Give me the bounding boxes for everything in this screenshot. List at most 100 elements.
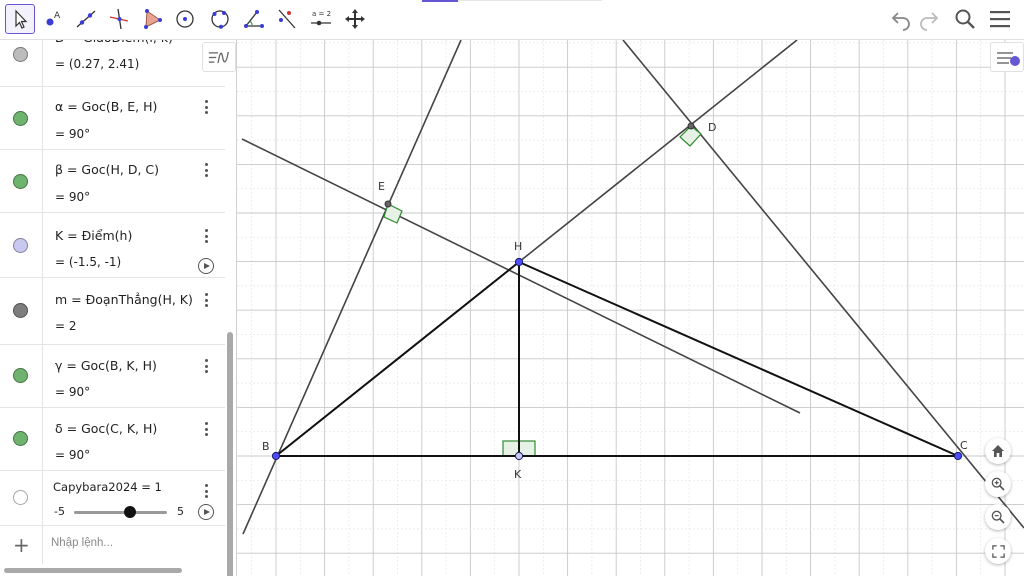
algebra-row[interactable]: K = Điểm(h) = (-1.5, -1): [0, 213, 225, 278]
visibility-marble[interactable]: [13, 431, 28, 446]
slider-tool-button[interactable]: a = 2: [306, 4, 336, 34]
label-e: E: [378, 180, 385, 193]
play-icon[interactable]: [198, 504, 214, 520]
algebra-definition[interactable]: K = Điểm(h): [55, 228, 132, 243]
graphics-canvas[interactable]: B C H K E D: [237, 40, 1024, 576]
visibility-marble[interactable]: [13, 238, 28, 253]
fullscreen-icon: [991, 544, 1005, 558]
point-b[interactable]: [271, 451, 281, 461]
slider-thumb[interactable]: [123, 506, 136, 518]
search-icon: [955, 9, 975, 29]
graphics-view[interactable]: B C H K E D: [237, 40, 1024, 576]
more-options-icon[interactable]: [202, 99, 210, 115]
undo-icon: [891, 12, 910, 31]
algebra-row[interactable]: m = ĐoạnThẳng(H, K) = 2: [0, 278, 225, 345]
algebra-definition[interactable]: δ = Goc(C, K, H): [55, 421, 157, 436]
algebra-value: = (0.27, 2.41): [55, 57, 140, 71]
add-icon[interactable]: +: [13, 533, 30, 557]
move-tool-button[interactable]: [5, 4, 35, 34]
move-graphics-tool-button[interactable]: [340, 4, 370, 34]
zoom-in-button[interactable]: [985, 471, 1011, 497]
point-h[interactable]: [514, 257, 524, 267]
algebra-definition[interactable]: α = Goc(B, E, H): [55, 99, 157, 114]
algebra-definition[interactable]: D = GiaoĐiểm(l, k): [55, 40, 173, 45]
more-options-icon[interactable]: [202, 162, 210, 178]
algebra-definition[interactable]: γ = Goc(B, K, H): [55, 358, 157, 373]
angle-icon: [244, 10, 264, 28]
circle-tool-button[interactable]: [170, 4, 200, 34]
main-menu-button[interactable]: [987, 6, 1013, 32]
algebra-value: = 90°: [55, 385, 91, 399]
search-button[interactable]: [952, 6, 978, 32]
coordinate-grid: [237, 40, 1024, 576]
fullscreen-button[interactable]: [985, 538, 1011, 564]
slider-min-label: -5: [54, 505, 65, 518]
visibility-marble[interactable]: [13, 303, 28, 318]
point-c[interactable]: [953, 451, 963, 461]
slider-track[interactable]: [74, 511, 167, 514]
algebra-definition[interactable]: m = ĐoạnThẳng(H, K): [55, 292, 193, 307]
circle-three-points-tool-button[interactable]: [205, 4, 235, 34]
line-bh-extension[interactable]: [241, 138, 801, 414]
point-k[interactable]: [514, 451, 524, 461]
algebra-horizontal-scrollbar[interactable]: [4, 568, 182, 573]
perpendicular-tool-button[interactable]: [104, 4, 134, 34]
zoom-in-icon: [991, 477, 1005, 491]
zoom-out-icon: [991, 510, 1005, 524]
more-options-icon[interactable]: [202, 483, 210, 499]
algebra-row[interactable]: γ = Goc(B, K, H) = 90°: [0, 345, 225, 408]
label-c: C: [960, 439, 968, 452]
visibility-marble[interactable]: [13, 490, 28, 505]
algebra-row[interactable]: D = GiaoĐiểm(l, k) = (0.27, 2.41): [0, 40, 225, 87]
reflect-about-line-icon: [278, 9, 296, 29]
point-icon: A: [46, 11, 61, 26]
input-bar-placeholder[interactable]: Nhập lệnh...: [51, 537, 113, 549]
algebra-row[interactable]: α = Goc(B, E, H) = 90°: [0, 87, 225, 150]
home-icon: [992, 445, 1004, 457]
algebra-value: = (-1.5, -1): [55, 255, 122, 269]
visibility-marble[interactable]: [13, 368, 28, 383]
move-cross-arrows-icon: [345, 9, 365, 29]
algebra-vertical-scrollbar[interactable]: [227, 332, 233, 576]
algebra-value: = 90°: [55, 448, 91, 462]
label-h: H: [514, 240, 522, 253]
zoom-out-button[interactable]: [985, 504, 1011, 530]
graphics-style-bar-button[interactable]: [990, 42, 1024, 72]
visibility-marble[interactable]: [13, 47, 28, 62]
algebra-style-bar-button[interactable]: [202, 42, 236, 72]
point-e[interactable]: [384, 200, 392, 208]
more-options-icon[interactable]: [202, 358, 210, 374]
algebra-input-row[interactable]: + Nhập lệnh...: [0, 526, 225, 564]
hamburger-menu-icon: [990, 11, 1010, 28]
visibility-marble[interactable]: [13, 111, 28, 126]
point-d[interactable]: [687, 122, 695, 130]
algebra-value: = 2: [55, 319, 77, 333]
arrow-cursor-icon: [15, 9, 28, 29]
angle-tool-button[interactable]: [239, 4, 269, 34]
algebra-value: = 90°: [55, 127, 91, 141]
algebra-value: = 90°: [55, 190, 91, 204]
slider-definition[interactable]: Capybara2024 = 1: [53, 480, 162, 494]
line-ac[interactable]: [622, 40, 1024, 529]
algebra-row-slider[interactable]: Capybara2024 = 1 -5 5: [0, 471, 225, 526]
reflect-tool-button[interactable]: [272, 4, 302, 34]
undo-button[interactable]: [888, 6, 914, 32]
redo-button[interactable]: [916, 6, 942, 32]
algebra-row[interactable]: δ = Goc(C, K, H) = 90°: [0, 408, 225, 471]
more-options-icon[interactable]: [202, 228, 210, 244]
line-tool-button[interactable]: [71, 4, 101, 34]
point-tool-button[interactable]: A: [38, 4, 68, 34]
visibility-marble[interactable]: [13, 174, 28, 189]
toolbar: A a = 2: [0, 0, 1024, 40]
play-icon[interactable]: [198, 258, 214, 274]
algebra-row[interactable]: β = Goc(H, D, C) = 90°: [0, 150, 225, 213]
graphics-settings-icon: [997, 52, 1020, 66]
loading-progress: [422, 0, 458, 2]
more-options-icon[interactable]: [202, 292, 210, 308]
algebra-definition[interactable]: β = Goc(H, D, C): [55, 162, 159, 177]
home-button[interactable]: [985, 438, 1011, 464]
algebra-view: D = GiaoĐiểm(l, k) = (0.27, 2.41) α = Goc(…: [0, 40, 237, 576]
redo-icon: [920, 12, 939, 31]
more-options-icon[interactable]: [202, 421, 210, 437]
polygon-tool-button[interactable]: [137, 4, 167, 34]
